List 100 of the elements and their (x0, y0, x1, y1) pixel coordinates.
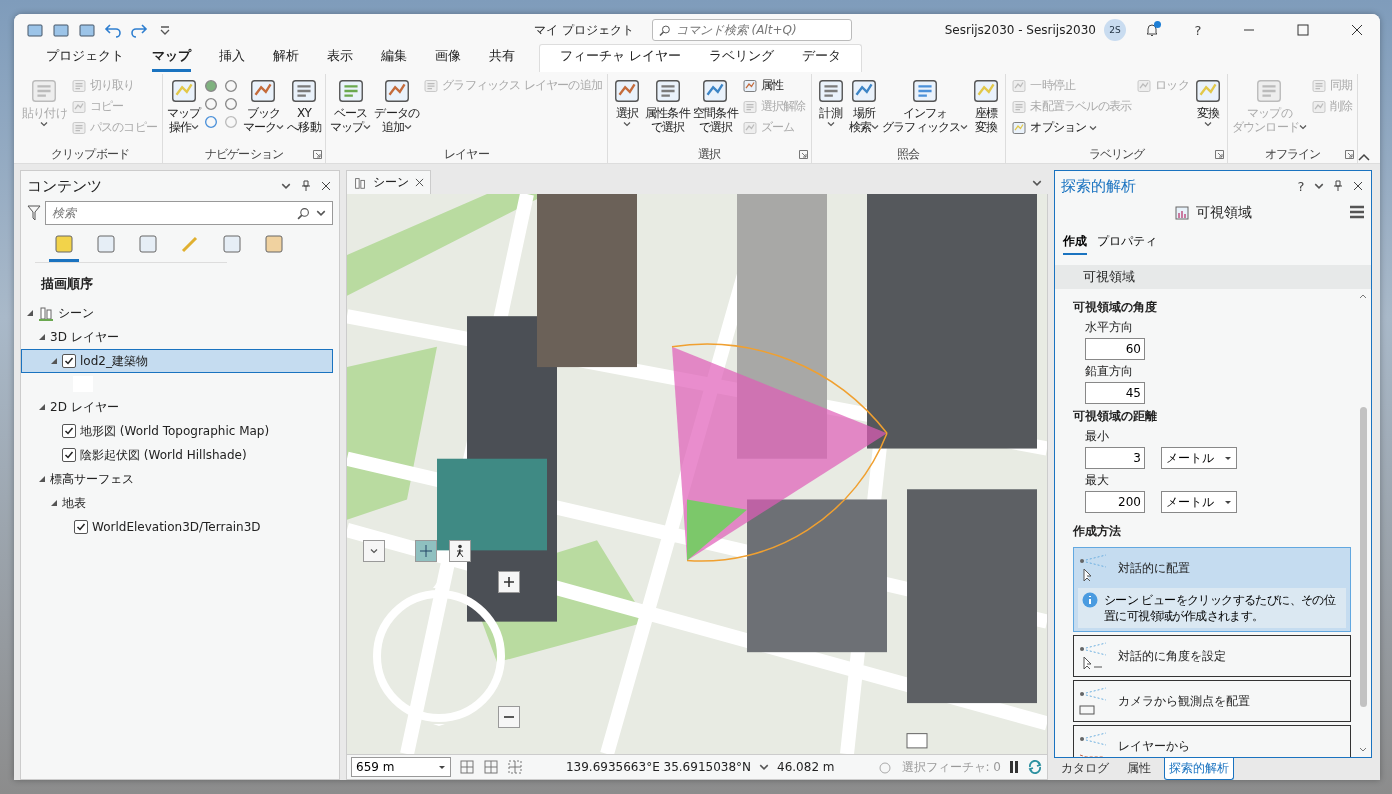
ribbon-button[interactable]: 場所 検索 (847, 74, 880, 136)
undo-icon[interactable] (104, 21, 122, 39)
ribbon-tab[interactable]: 挿入 (219, 47, 245, 72)
notification-bell-icon[interactable] (1144, 22, 1160, 38)
grid-icon[interactable] (483, 759, 499, 775)
close-icon[interactable] (415, 178, 424, 187)
scroll-up-icon[interactable] (1359, 293, 1367, 299)
expand-triangle-icon[interactable] (50, 499, 58, 507)
layer-name[interactable]: シーン (58, 304, 94, 322)
expand-triangle-icon[interactable] (26, 309, 34, 317)
dialog-launcher-icon[interactable] (1214, 150, 1224, 159)
ribbon-button[interactable]: 変換 (1191, 74, 1224, 130)
unit-dropdown[interactable]: メートル (1161, 491, 1237, 513)
ribbon-tab[interactable]: フィーチャ レイヤー (560, 47, 682, 72)
ribbon-button[interactable]: 属性 (739, 76, 808, 95)
close-icon[interactable] (1353, 181, 1363, 191)
ribbon-button[interactable]: XY へ移動 (286, 74, 322, 136)
ribbon-button[interactable]: 空間条件 で選択 (691, 74, 739, 136)
maximize-icon[interactable] (1297, 24, 1309, 36)
ribbon-tab[interactable]: ラベリング (709, 47, 775, 72)
dock-tab[interactable]: 属性 (1122, 758, 1156, 780)
dialog-launcher-icon[interactable] (1345, 150, 1355, 159)
user-avatar[interactable]: 2S (1104, 19, 1126, 41)
expand-triangle-icon[interactable] (38, 475, 46, 483)
expand-triangle-icon[interactable] (38, 403, 46, 411)
menu-icon[interactable] (1349, 205, 1365, 219)
add-grid-icon[interactable] (459, 759, 475, 775)
ribbon-button[interactable]: ブック マーク (241, 74, 286, 136)
number-field[interactable]: 200 (1085, 491, 1145, 513)
ribbon-tab[interactable]: 表示 (327, 47, 353, 72)
dropdown-button[interactable] (363, 540, 385, 562)
dialog-launcher-icon[interactable] (798, 150, 808, 159)
expand-triangle-icon[interactable] (50, 357, 58, 365)
pin-icon[interactable] (301, 180, 311, 192)
layer-name[interactable]: 地表 (62, 494, 86, 512)
layer-name[interactable]: 地形図 (World Topographic Map) (80, 422, 270, 440)
zoom-in-button[interactable] (498, 571, 520, 593)
ribbon-button[interactable]: 選択 (611, 74, 644, 130)
layer-name[interactable]: WorldElevation3D/Terrain3D (92, 520, 261, 534)
layer-name[interactable]: 3D レイヤー (50, 328, 119, 346)
ribbon-tab[interactable]: 共有 (489, 47, 515, 72)
unit-dropdown[interactable]: メートル (1161, 447, 1237, 469)
method-option[interactable]: 対話的に角度を設定 (1073, 635, 1351, 677)
ribbon-tab[interactable]: 画像 (435, 47, 461, 72)
dialog-launcher-icon[interactable] (312, 150, 322, 159)
dock-tab[interactable]: カタログ (1056, 758, 1114, 780)
close-icon[interactable] (321, 181, 331, 191)
walk-mode-button[interactable] (449, 540, 471, 562)
scrollbar-thumb[interactable] (1359, 407, 1367, 707)
number-field[interactable]: 3 (1085, 447, 1145, 469)
ribbon-tab[interactable]: データ (802, 47, 842, 72)
dropdown-triangle-icon[interactable] (1224, 454, 1232, 462)
ribbon-button[interactable]: 座標 変換 (970, 74, 1003, 136)
ribbon-button[interactable]: 計測 (814, 74, 847, 130)
snap-points-icon[interactable] (507, 759, 523, 775)
redo-icon[interactable] (130, 21, 148, 39)
new-project-icon[interactable] (26, 21, 44, 39)
open-folder-icon[interactable] (52, 21, 70, 39)
pin-icon[interactable] (1333, 180, 1343, 192)
scene-tab[interactable]: シーン (346, 170, 431, 194)
method-option[interactable]: カメラから観測点を配置 (1073, 680, 1351, 722)
filter-icon[interactable] (27, 205, 41, 221)
expand-triangle-icon[interactable] (38, 333, 46, 341)
scroll-down-icon[interactable] (1359, 747, 1367, 753)
ribbon-tab[interactable]: プロジェクト (46, 47, 124, 72)
refresh-icon[interactable] (1027, 759, 1043, 775)
ribbon-button[interactable]: インフォ グラフィックス (880, 74, 970, 136)
search-box[interactable]: 検索 (45, 201, 333, 225)
close-icon[interactable] (1351, 24, 1363, 36)
dropdown-triangle-icon[interactable] (1224, 498, 1232, 506)
search-field[interactable]: 検索 (52, 206, 291, 220)
scale-dropdown[interactable]: 659 m (351, 757, 451, 777)
checkbox[interactable] (62, 424, 76, 438)
number-field[interactable]: 60 (1085, 338, 1145, 360)
command-search-field[interactable]: コマンド検索 (Alt+Q) (675, 23, 845, 37)
save-icon[interactable] (78, 21, 96, 39)
command-search-box[interactable]: コマンド検索 (Alt+Q) (651, 19, 852, 41)
pause-icon[interactable] (1009, 760, 1019, 774)
layer-name[interactable]: 陰影起伏図 (World Hillshade) (80, 446, 247, 464)
pane-tab[interactable]: 作成 (1063, 233, 1087, 255)
ribbon-button[interactable]: 属性条件 で選択 (644, 74, 691, 136)
zoom-out-button[interactable] (498, 706, 520, 728)
layer-name[interactable]: 標高サーフェス (50, 470, 134, 488)
help-button[interactable]: ? (1293, 174, 1309, 198)
method-option[interactable]: レイヤーから (1073, 725, 1351, 757)
method-option[interactable]: 対話的に配置 シーン ビューをクリックするたびに、その位置に可視領域が作成されます。 (1073, 547, 1351, 632)
ribbon-button[interactable]: オプション (1009, 118, 1134, 137)
checkbox[interactable] (62, 448, 76, 462)
selected-layer-row[interactable]: lod2_建築物 (21, 349, 333, 373)
number-field[interactable]: 45 (1085, 382, 1145, 404)
dropdown-triangle-icon[interactable] (438, 763, 446, 771)
globe-icon[interactable] (202, 78, 219, 94)
layer-name[interactable]: 2D レイヤー (50, 398, 119, 416)
ribbon-tab[interactable]: 解析 (273, 47, 299, 72)
pane-tab[interactable]: プロパティ (1097, 233, 1157, 255)
dock-tab[interactable]: 探索的解析 (1164, 758, 1234, 780)
checkbox[interactable] (74, 520, 88, 534)
ribbon-button[interactable]: データの 追加 (373, 74, 421, 136)
help-button[interactable]: ? (1178, 18, 1218, 42)
ribbon-button[interactable]: マップ 操作 (166, 74, 202, 136)
